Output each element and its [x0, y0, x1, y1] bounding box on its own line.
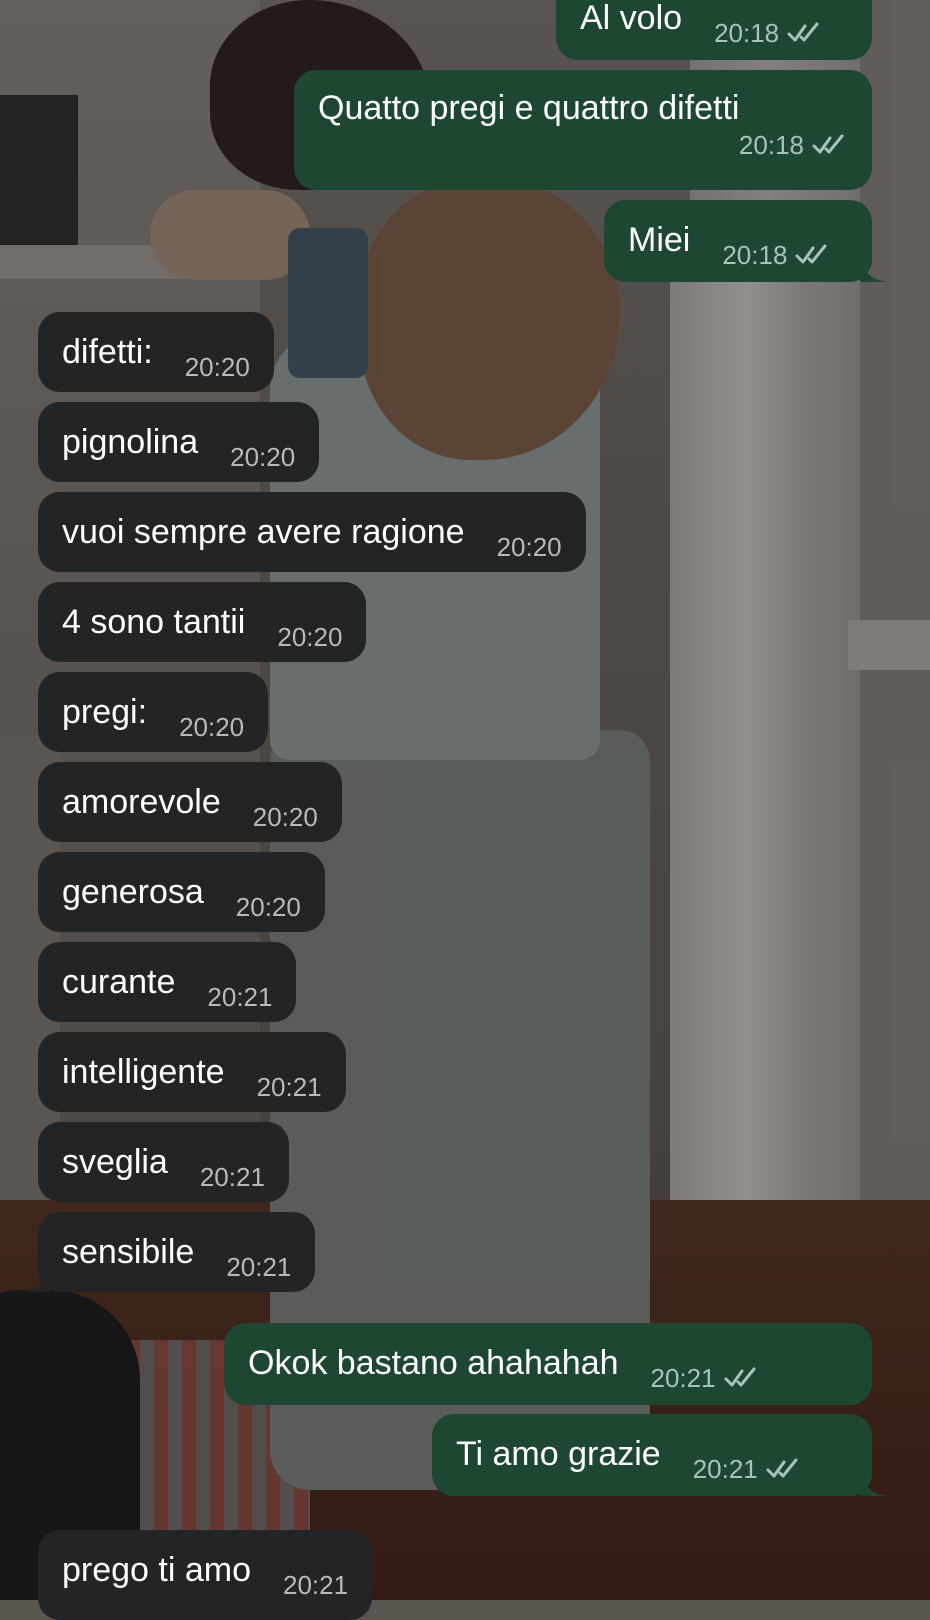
message-time: 20:21: [283, 1570, 349, 1600]
message-meta: 20:20: [277, 622, 342, 652]
double-check-icon: [787, 22, 823, 44]
message-text: pignolina: [62, 423, 199, 461]
message-meta: 20:21: [200, 1162, 265, 1192]
message-meta: 20:20: [185, 352, 250, 382]
message-bubble-incoming[interactable]: sveglia 20:21: [38, 1122, 289, 1202]
message-bubble-incoming[interactable]: pregi: 20:20: [38, 672, 269, 752]
message-bubble-outgoing[interactable]: Miei 20:18: [604, 200, 886, 282]
message-meta: 20:20: [253, 802, 318, 832]
message-time: 20:21: [650, 1363, 716, 1393]
double-check-icon: [766, 1458, 802, 1480]
message-time: 20:20: [235, 892, 301, 922]
message-meta: 20:18: [714, 18, 823, 48]
message-text: Ti amo grazie: [456, 1435, 661, 1473]
message-time: 20:20: [179, 712, 245, 742]
message-bubble-outgoing[interactable]: Al volo 20:18: [556, 0, 872, 60]
message-text: sensibile: [62, 1233, 195, 1271]
double-check-icon: [795, 244, 831, 266]
message-meta: 20:18: [318, 130, 848, 160]
message-meta: 20:21: [226, 1252, 291, 1282]
message-text: pregi:: [62, 693, 148, 731]
message-meta: 20:20: [236, 892, 301, 922]
double-check-icon: [724, 1367, 760, 1389]
message-time: 20:21: [256, 1072, 322, 1102]
message-text: intelligente: [62, 1053, 225, 1091]
message-meta: 20:21: [693, 1454, 802, 1484]
message-bubble-outgoing[interactable]: Okok bastano ahahahah 20:21: [224, 1323, 872, 1405]
message-time: 20:21: [207, 982, 273, 1012]
message-time: 20:20: [277, 622, 343, 652]
message-text: generosa: [62, 873, 204, 911]
double-check-icon: [812, 134, 848, 156]
message-bubble-incoming[interactable]: amorevole 20:20: [38, 762, 342, 842]
message-bubble-incoming[interactable]: difetti: 20:20: [38, 312, 274, 392]
message-time: 20:21: [226, 1252, 292, 1282]
message-meta: 20:21: [651, 1363, 760, 1393]
message-text: Miei: [628, 221, 691, 259]
message-bubble-incoming[interactable]: 4 sono tantii 20:20: [38, 582, 367, 662]
message-bubble-incoming[interactable]: sensibile 20:21: [24, 1212, 316, 1292]
message-text: Quatto pregi e quattro difetti: [318, 89, 740, 127]
message-time: 20:18: [738, 130, 804, 160]
message-meta: 20:21: [207, 982, 272, 1012]
message-time: 20:18: [722, 240, 788, 270]
message-meta: 20:20: [230, 442, 295, 472]
message-meta: 20:18: [722, 240, 831, 270]
message-text: difetti:: [62, 333, 153, 371]
message-list[interactable]: Al volo 20:18 Quatto pregi e quattro dif…: [0, 0, 930, 1620]
message-text: Okok bastano ahahahah: [248, 1344, 619, 1382]
message-time: 20:21: [199, 1162, 265, 1192]
message-bubble-incoming[interactable]: intelligente 20:21: [38, 1032, 346, 1112]
message-text: sveglia: [62, 1143, 168, 1181]
bubble-tail: [860, 258, 886, 282]
bubble-tail: [24, 1268, 50, 1292]
message-time: 20:20: [252, 802, 318, 832]
message-meta: 20:21: [283, 1570, 348, 1600]
message-meta: 20:20: [497, 532, 562, 562]
message-bubble-outgoing[interactable]: Quatto pregi e quattro difetti 20:18: [294, 70, 872, 190]
message-bubble-incoming[interactable]: vuoi sempre avere ragione 20:20: [38, 492, 586, 572]
bubble-tail: [860, 1472, 886, 1496]
message-text: 4 sono tantii: [62, 603, 246, 641]
message-time: 20:21: [692, 1454, 758, 1484]
message-text: curante: [62, 963, 176, 1001]
message-bubble-incoming[interactable]: curante 20:21: [38, 942, 297, 1022]
message-bubble-incoming[interactable]: prego ti amo 20:21: [38, 1530, 373, 1620]
message-text: Al volo: [580, 0, 683, 37]
message-text: vuoi sempre avere ragione: [62, 513, 465, 551]
message-bubble-incoming[interactable]: pignolina 20:20: [38, 402, 320, 482]
message-time: 20:18: [714, 18, 780, 48]
message-text: amorevole: [62, 783, 221, 821]
message-bubble-outgoing[interactable]: Ti amo grazie 20:21: [432, 1414, 886, 1496]
message-meta: 20:20: [179, 712, 244, 742]
message-bubble-incoming[interactable]: generosa 20:20: [38, 852, 325, 932]
message-time: 20:20: [230, 442, 296, 472]
message-time: 20:20: [184, 352, 250, 382]
message-text: prego ti amo: [62, 1551, 251, 1589]
message-time: 20:20: [496, 532, 562, 562]
message-meta: 20:21: [257, 1072, 322, 1102]
